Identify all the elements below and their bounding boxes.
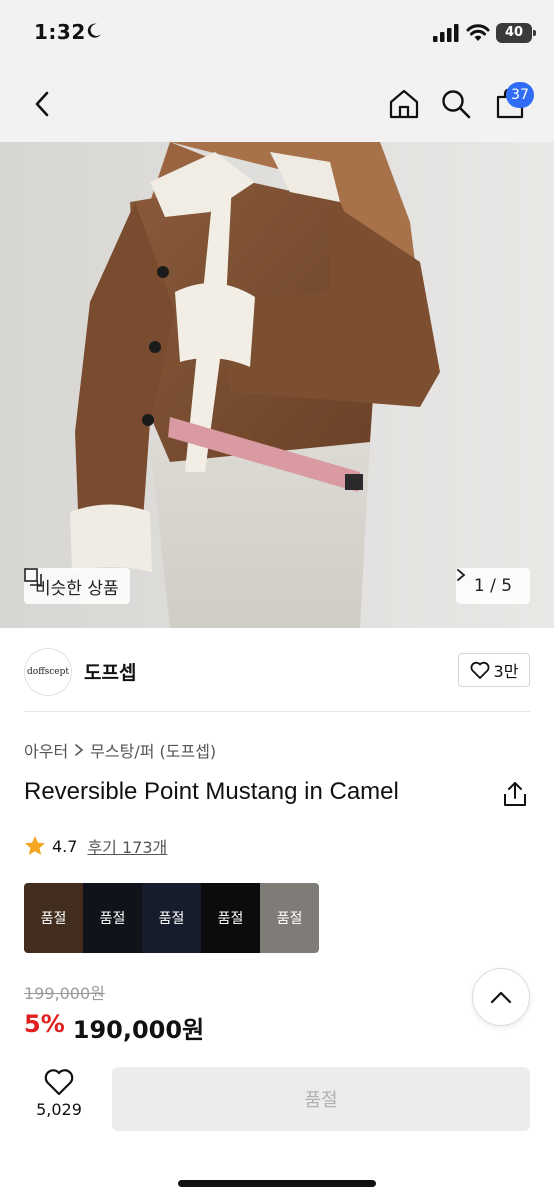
color-option[interactable]: 품절 <box>142 883 201 953</box>
similar-products-button[interactable]: 비슷한 상품 <box>24 568 130 604</box>
star-icon <box>25 836 45 855</box>
wishlist-button[interactable]: 5,029 <box>24 1068 94 1130</box>
nav-bar: 37 <box>0 68 554 142</box>
status-bar: 1:32 40 <box>0 0 554 68</box>
product-title: Reversible Point Mustang in Camel <box>24 778 399 805</box>
breadcrumb-subcategory[interactable]: 무스탕/퍼 (도프셉) <box>90 738 216 762</box>
review-count-link[interactable]: 후기 173개 <box>87 834 167 858</box>
sold-out-label: 품절 <box>217 911 244 927</box>
search-button[interactable] <box>436 84 476 124</box>
home-indicator <box>178 1180 376 1187</box>
sold-out-label: 품절 <box>40 911 67 927</box>
chevron-right-icon <box>75 744 84 756</box>
chevron-left-icon <box>35 91 49 117</box>
rating-value: 4.7 <box>52 836 78 856</box>
cart-button[interactable]: 37 <box>490 82 534 124</box>
heart-icon <box>44 1069 74 1096</box>
product-photo <box>0 142 554 628</box>
wishlist-count: 5,029 <box>36 1100 82 1119</box>
similar-items-icon <box>24 568 42 586</box>
color-option[interactable]: 품절 <box>260 883 319 953</box>
brand-name[interactable]: 도프셉 <box>84 658 136 685</box>
back-button[interactable] <box>22 84 62 124</box>
home-button[interactable] <box>384 84 424 124</box>
buy-button[interactable]: 품절 <box>112 1067 530 1131</box>
sold-out-label: 품절 <box>276 911 303 927</box>
color-option[interactable]: 품절 <box>24 883 83 953</box>
moon-icon <box>87 23 101 38</box>
brand-row: doffscept 도프셉 3만 <box>0 628 554 712</box>
sale-price: 190,000원 <box>72 1016 205 1044</box>
color-option[interactable]: 품절 <box>201 883 260 953</box>
share-button[interactable] <box>502 780 530 808</box>
image-page-indicator[interactable]: 1 / 5 <box>456 568 530 604</box>
cart-count-badge: 37 <box>506 82 534 108</box>
product-image-carousel[interactable]: 비슷한 상품 1 / 5 <box>0 142 554 628</box>
sold-out-label: 품절 <box>158 911 185 927</box>
brand-logo[interactable]: doffscept <box>24 648 72 696</box>
breadcrumb: 아우터 무스탕/퍼 (도프셉) <box>24 738 216 762</box>
image-page-text: 1 / 5 <box>473 576 513 596</box>
status-time: 1:32 <box>34 20 86 44</box>
brand-like-count: 3만 <box>493 662 519 681</box>
share-icon <box>504 782 526 806</box>
search-icon <box>442 90 471 119</box>
sold-out-label: 품절 <box>99 911 126 927</box>
similar-products-label: 비슷한 상품 <box>35 578 119 599</box>
breadcrumb-category[interactable]: 아우터 <box>24 738 68 762</box>
original-price: 199,000원 <box>24 984 105 1003</box>
wifi-icon <box>466 24 490 41</box>
brand-like-button[interactable]: 3만 <box>458 653 530 687</box>
divider <box>24 711 530 712</box>
heart-icon <box>470 661 489 679</box>
product-rating: 4.7 후기 173개 <box>24 834 167 858</box>
battery-indicator: 40 <box>496 23 536 43</box>
price-row: 5% 190,000원 <box>24 1010 204 1045</box>
color-options: 품절 품절 품절 품절 품절 <box>24 883 319 953</box>
home-icon <box>389 89 419 119</box>
chevron-right-icon <box>457 569 466 581</box>
discount-rate: 5% <box>24 1010 65 1038</box>
color-option[interactable]: 품절 <box>83 883 142 953</box>
signal-icon <box>433 24 459 42</box>
scroll-to-top-button[interactable] <box>472 968 530 1026</box>
chevron-up-icon <box>490 991 512 1004</box>
